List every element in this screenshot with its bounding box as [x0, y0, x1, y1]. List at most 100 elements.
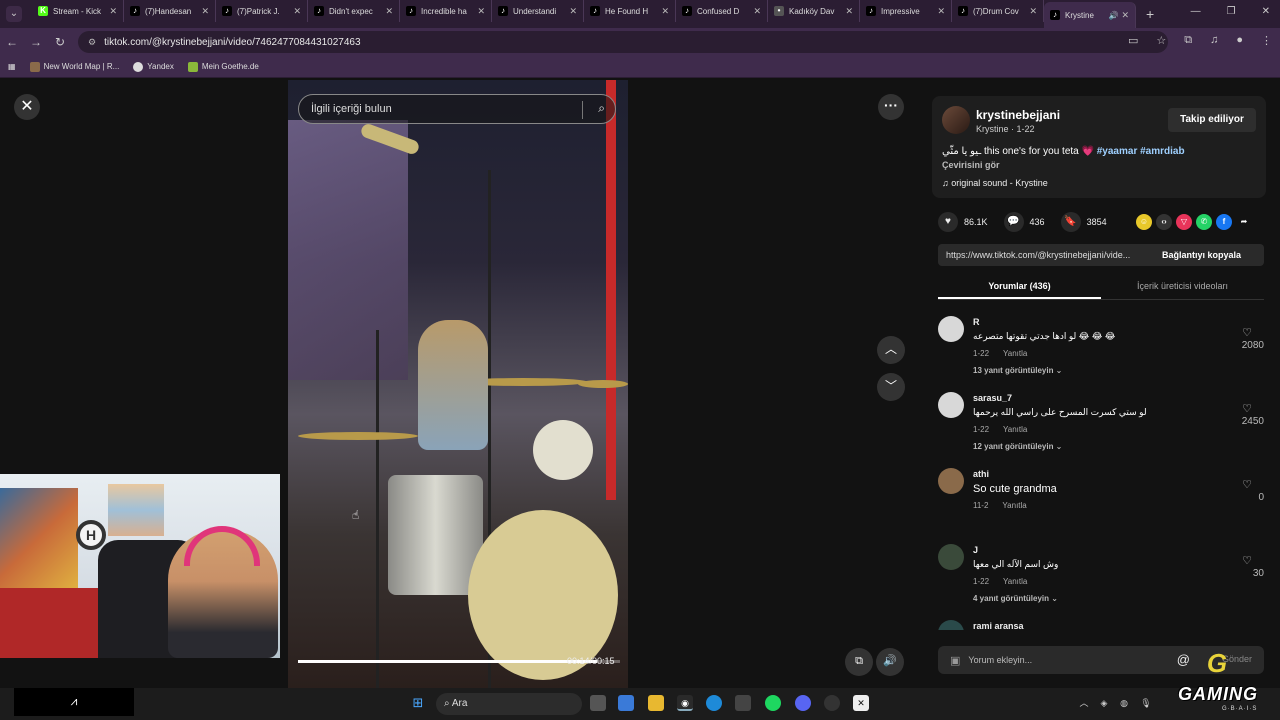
comment-author[interactable]: J — [973, 545, 978, 555]
chrome-icon[interactable]: ◉ — [677, 695, 693, 711]
tab-close-icon[interactable]: ✕ — [1029, 6, 1037, 17]
reply-link[interactable]: Yanıtla — [1002, 501, 1026, 510]
comment-avatar[interactable] — [938, 392, 964, 418]
browser-tab[interactable]: ♪ Understandi ✕ — [492, 0, 584, 22]
extensions-icon[interactable]: ⧉ — [1184, 34, 1192, 47]
hashtag-link[interactable]: #yaamar — [1097, 146, 1138, 157]
browser-tab[interactable]: ♪ Confused D ✕ — [676, 0, 768, 22]
windows-start-icon[interactable]: ⊞ — [410, 695, 426, 711]
tab-audio-icon[interactable]: 🔊 — [1108, 11, 1118, 20]
media-controls-icon[interactable]: ♫ — [1210, 34, 1218, 47]
floating-player-button[interactable]: ⧉ — [845, 648, 873, 676]
obs-icon[interactable] — [824, 695, 840, 711]
more-options-button[interactable]: ··· — [878, 94, 904, 120]
comment-author[interactable]: R — [973, 317, 980, 327]
tab-close-icon[interactable]: ✕ — [109, 6, 117, 17]
browser-tab[interactable]: ♪ Didn't expec ✕ — [308, 0, 400, 22]
browser-tab[interactable]: ♪ Impressive ✕ — [860, 0, 952, 22]
browser-menu-icon[interactable]: ⋮ — [1261, 34, 1272, 47]
tab-search-menu-icon[interactable]: ⌄ — [6, 6, 22, 22]
back-icon[interactable]: ← — [0, 35, 24, 49]
browser-tab[interactable]: ♪ (7)Drum Cov ✕ — [952, 0, 1044, 22]
view-replies-link[interactable]: 4 yanıt görüntüleyin ⌄ — [973, 594, 1058, 603]
comment-avatar[interactable] — [938, 620, 964, 630]
send-to-friends-icon[interactable]: ▽ — [1176, 214, 1192, 230]
search-icon[interactable]: ⌕ — [598, 101, 605, 116]
tab-close-icon[interactable]: ✕ — [661, 6, 669, 17]
browser-tab[interactable]: ♪ He Found H ✕ — [584, 0, 676, 22]
hashtag-link[interactable]: #amrdiab — [1140, 146, 1184, 157]
restore-icon[interactable]: ❐ — [1227, 6, 1236, 17]
bookmark-goethe[interactable]: Mein Goethe.de — [187, 61, 259, 72]
whatsapp-icon[interactable]: ✆ — [1196, 214, 1212, 230]
tab-close-icon[interactable]: ✕ — [845, 6, 853, 17]
see-translation-link[interactable]: Çevirisini gör — [942, 160, 1000, 170]
heart-icon[interactable]: ♡ — [1234, 326, 1260, 339]
share-arrow-icon[interactable]: ➦ — [1236, 214, 1252, 230]
comment-author[interactable]: sarasu_7 — [973, 393, 1012, 403]
browser-tab[interactable]: ♪ Krystine 🔊 ✕ — [1044, 2, 1136, 28]
profile-avatar-icon[interactable]: ● — [1236, 34, 1243, 47]
bookmark-yandex[interactable]: Yandex — [133, 61, 174, 72]
task-view-icon[interactable] — [590, 695, 606, 711]
copilot-icon[interactable] — [618, 695, 634, 711]
previous-video-button[interactable]: ︿ — [877, 336, 905, 364]
embed-icon[interactable]: ‹› — [1156, 214, 1172, 230]
heart-icon[interactable]: ♥ — [938, 212, 958, 232]
comment-icon[interactable]: 💬 — [1003, 212, 1024, 232]
comment-avatar[interactable] — [938, 316, 964, 342]
browser-tab[interactable]: K Stream - Kick ✕ — [32, 0, 124, 22]
related-search-input[interactable]: İlgili içeriği bulun ⌕ — [298, 94, 616, 124]
url-field[interactable]: ⚙ tiktok.com/@krystinebejjani/video/7462… — [78, 31, 1168, 53]
reply-link[interactable]: Yanıtla — [1003, 349, 1027, 358]
reply-link[interactable]: Yanıtla — [1003, 577, 1027, 586]
heart-icon[interactable]: ♡ — [1234, 402, 1260, 415]
forward-icon[interactable]: → — [24, 35, 48, 49]
tray-app-icon[interactable]: ◈ — [1096, 695, 1112, 711]
reload-icon[interactable]: ↻ — [48, 35, 72, 49]
bookmark-icon[interactable]: 🔖 — [1060, 212, 1081, 232]
author-avatar[interactable] — [942, 106, 970, 134]
close-video-button[interactable]: ✕ — [14, 94, 40, 120]
video-player[interactable] — [288, 80, 628, 688]
following-button[interactable]: Takip ediliyor — [1168, 108, 1256, 132]
reply-link[interactable]: Yanıtla — [1003, 425, 1027, 434]
bookmark-new-world-map[interactable]: New World Map | R... — [29, 61, 119, 72]
taskbar-search[interactable]: ⌕ Ara — [436, 693, 582, 715]
discord-icon[interactable] — [795, 695, 811, 711]
sound-link[interactable]: ♫ original sound - Krystine — [942, 178, 1048, 188]
author-handle[interactable]: krystinebejjani — [976, 108, 1060, 122]
browser-tab[interactable]: ♪ (7)Handesan ✕ — [124, 0, 216, 22]
next-video-button[interactable]: ﹀ — [877, 373, 905, 401]
comment-author[interactable]: athi — [973, 469, 989, 479]
browser-tab[interactable]: ♪ (7)Patrick J. ✕ — [216, 0, 308, 22]
heart-icon[interactable]: ♡ — [1234, 554, 1260, 567]
store-icon[interactable] — [735, 695, 751, 711]
tab-comments[interactable]: Yorumlar (436) — [938, 276, 1101, 299]
comment-author[interactable]: rami aransa — [973, 621, 1024, 630]
microphone-icon[interactable]: 🎙 — [1138, 695, 1154, 711]
file-explorer-icon[interactable] — [648, 695, 664, 711]
tab-creator-videos[interactable]: İçerik üreticisi videoları — [1101, 276, 1264, 299]
heart-icon[interactable]: ♡ — [1234, 478, 1260, 491]
edge-icon[interactable] — [706, 695, 722, 711]
new-tab-button[interactable]: + — [1146, 6, 1154, 22]
tab-close-icon[interactable]: ✕ — [569, 6, 577, 17]
site-info-icon[interactable]: ⚙ — [88, 37, 96, 48]
tab-close-icon[interactable]: ✕ — [1121, 10, 1129, 21]
facebook-icon[interactable]: f — [1216, 214, 1232, 230]
cast-icon[interactable]: ▭ — [1128, 34, 1138, 47]
tab-close-icon[interactable]: ✕ — [937, 6, 945, 17]
minimize-icon[interactable]: — — [1191, 6, 1201, 17]
tray-chevron-icon[interactable]: ︿ — [1076, 695, 1092, 711]
view-replies-link[interactable]: 13 yanıt görüntüleyin ⌄ — [973, 366, 1062, 375]
tab-close-icon[interactable]: ✕ — [477, 6, 485, 17]
copy-link-button[interactable]: Bağlantıyı kopyala — [1154, 250, 1241, 260]
browser-tab[interactable]: • Kadıköy Dav ✕ — [768, 0, 860, 22]
view-replies-link[interactable]: 12 yanıt görüntüleyin ⌄ — [973, 442, 1062, 451]
tab-close-icon[interactable]: ✕ — [201, 6, 209, 17]
coin-icon[interactable]: ☺ — [1136, 214, 1152, 230]
comment-avatar[interactable] — [938, 544, 964, 570]
share-link-text[interactable]: https://www.tiktok.com/@krystinebejjani/… — [938, 250, 1154, 260]
capcut-icon[interactable]: ✕ — [853, 695, 869, 711]
